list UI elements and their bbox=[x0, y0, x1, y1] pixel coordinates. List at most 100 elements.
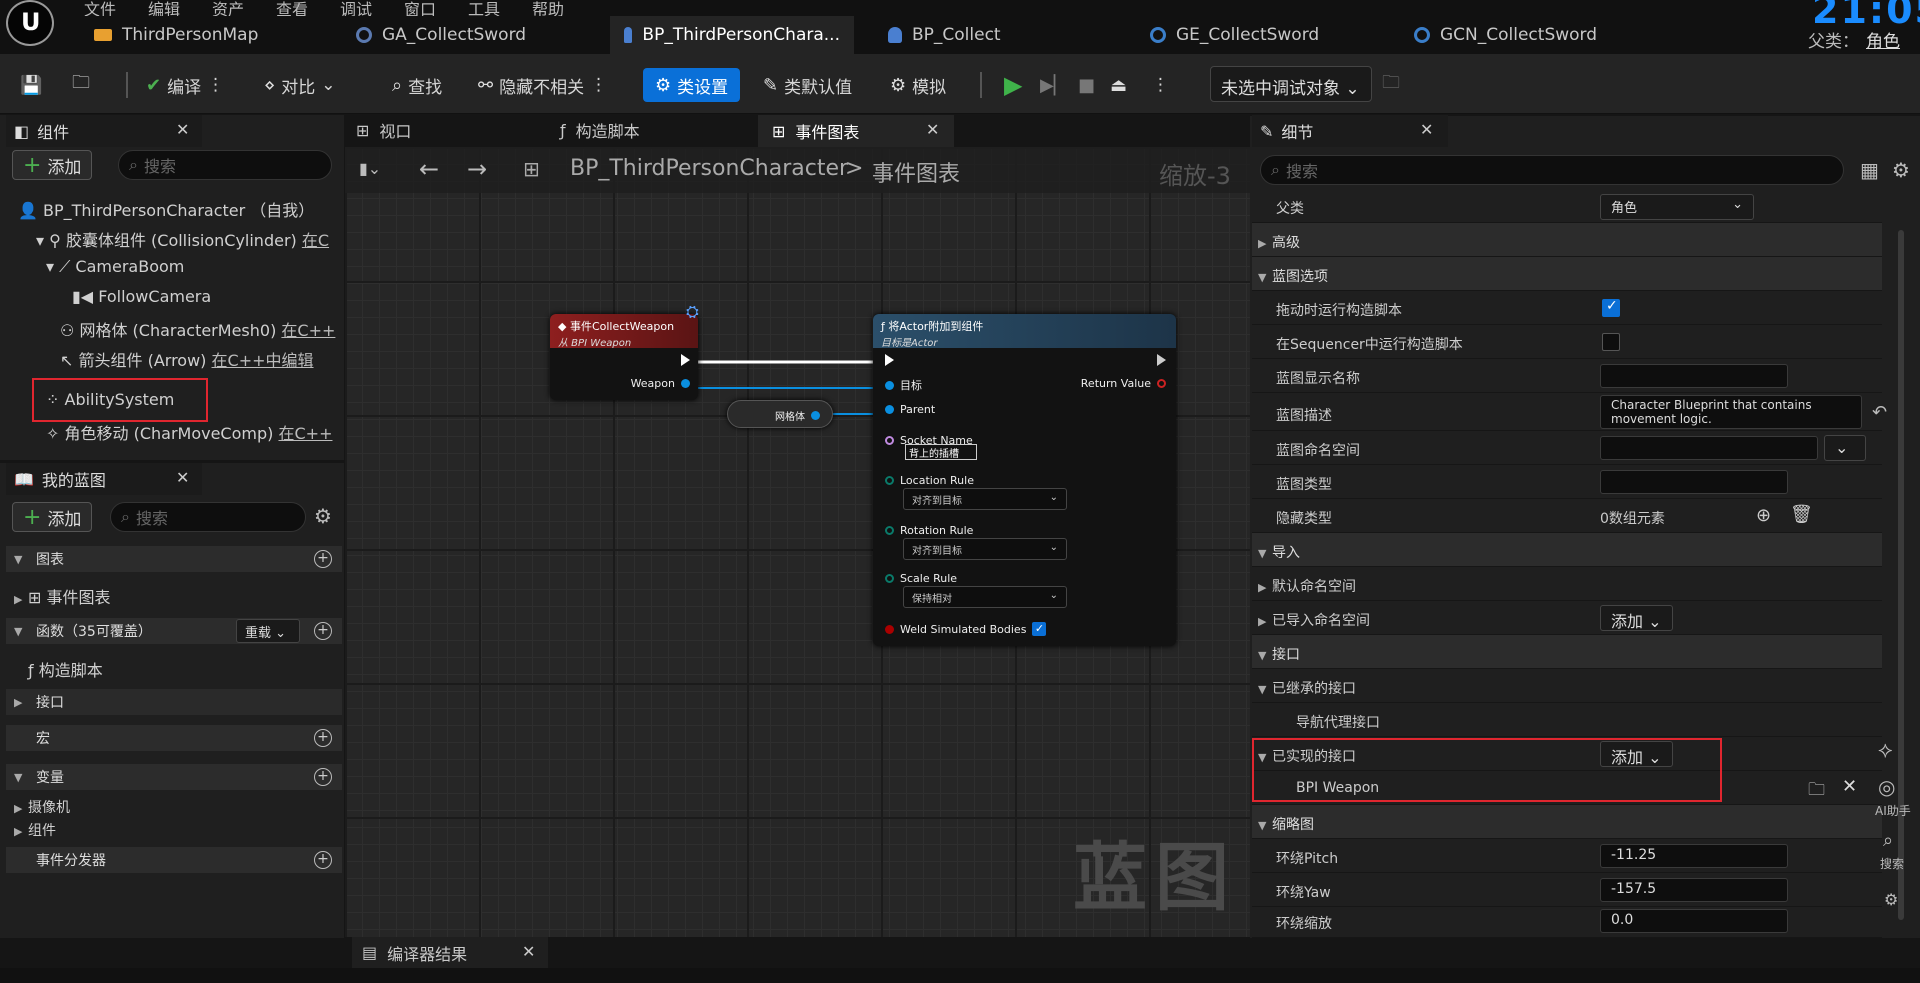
run-cs-drag-checkbox[interactable] bbox=[1602, 298, 1620, 317]
category-thumbnail[interactable]: ▼ 缩略图 bbox=[1252, 805, 1882, 839]
display-name-input[interactable] bbox=[1600, 364, 1788, 388]
row-inherited-interfaces[interactable]: ▼ 已继承的接口 bbox=[1252, 669, 1882, 703]
exec-out-pin[interactable] bbox=[681, 354, 690, 366]
add-variable-icon[interactable]: + bbox=[314, 768, 332, 786]
namespace-input[interactable] bbox=[1600, 436, 1818, 460]
component-charmove[interactable]: ✧ 角色移动 (CharMoveComp) 在C++ bbox=[46, 420, 332, 444]
find-button[interactable]: ⌕ 查找 bbox=[392, 68, 442, 102]
category-imports[interactable]: ▼ 导入 bbox=[1252, 533, 1882, 567]
ai-assistant-icon[interactable]: ⟡ bbox=[1878, 738, 1893, 763]
section-graphs[interactable]: ▼ 图表 + bbox=[6, 546, 342, 572]
weapon-pin[interactable]: Weapon bbox=[631, 377, 690, 390]
more-icon[interactable]: ⋮ bbox=[207, 75, 224, 95]
namespace-dropdown[interactable]: ⌄ bbox=[1824, 435, 1866, 461]
blueprint-type-select[interactable] bbox=[1600, 470, 1788, 494]
socket-name-input[interactable]: 背上的插槽 bbox=[905, 444, 977, 460]
diff-button[interactable]: ⋄ 对比 ⌄ bbox=[264, 68, 336, 102]
location-rule-pin[interactable]: Location Rule bbox=[885, 474, 974, 487]
parent-class-link[interactable]: 角色 bbox=[1866, 27, 1900, 52]
exec-in-pin[interactable] bbox=[885, 354, 894, 366]
category-blueprint-options[interactable]: ▼ 蓝图选项 bbox=[1252, 257, 1882, 291]
orbit-pitch-input[interactable]: -11.25 bbox=[1600, 844, 1788, 868]
component-mesh[interactable]: ⚇ 网格体 (CharacterMesh0) 在C++ bbox=[60, 317, 335, 341]
details-search-input[interactable]: ⌕ 搜索 bbox=[1260, 155, 1844, 185]
component-cameraboom[interactable]: ▾ ⟋ CameraBoom bbox=[46, 257, 184, 277]
component-root[interactable]: 👤 BP_ThirdPersonCharacter （自我） bbox=[18, 197, 314, 221]
add-macro-icon[interactable]: + bbox=[314, 729, 332, 747]
unreal-logo-icon[interactable]: U bbox=[6, 0, 54, 46]
close-icon[interactable]: ✕ bbox=[176, 120, 189, 139]
chat-icon[interactable]: ◎ bbox=[1878, 775, 1895, 799]
hide-unrelated-button[interactable]: ⚯ 隐藏不相关 ⋮ bbox=[478, 68, 607, 102]
myblueprint-search-input[interactable]: ⌕ 搜索 bbox=[110, 502, 306, 532]
weld-checkbox[interactable]: ✓ bbox=[1032, 622, 1047, 636]
section-variables[interactable]: ▼ 变量 + bbox=[6, 764, 342, 790]
settings-icon[interactable]: ⚙ bbox=[1884, 890, 1898, 909]
tab-viewport[interactable]: ⊞ 视口 bbox=[356, 115, 411, 145]
gear-icon[interactable]: ⚙ bbox=[314, 504, 332, 528]
gear-icon[interactable]: ⚙ bbox=[1892, 158, 1910, 182]
stop-button[interactable]: ■ bbox=[1078, 68, 1095, 102]
remove-interface-icon[interactable]: ✕ bbox=[1842, 776, 1857, 797]
event-collectweapon-node[interactable]: ◆ 事件CollectWeapon 从 BPI Weapon Weapon bbox=[550, 314, 698, 400]
tab-gcn-collectsword[interactable]: GCN_CollectSword bbox=[1414, 16, 1597, 54]
scale-rule-pin[interactable]: Scale Rule bbox=[885, 572, 957, 585]
event-graph-item[interactable]: ▶ ⊞ 事件图表 bbox=[14, 584, 111, 608]
parent-pin[interactable]: Parent bbox=[885, 403, 935, 416]
component-capsule[interactable]: ▾ ⚲ 胶囊体组件 (CollisionCylinder) 在C bbox=[36, 227, 329, 251]
eject-button[interactable]: ⏏ bbox=[1110, 68, 1127, 102]
add-member-button[interactable]: + 添加 bbox=[12, 502, 93, 532]
class-defaults-button[interactable]: ✎ 类默认值 bbox=[763, 68, 852, 102]
exec-then-pin[interactable] bbox=[1157, 354, 1166, 366]
add-import-button[interactable]: 添加 ⌄ bbox=[1600, 605, 1673, 631]
weld-pin[interactable]: Weld Simulated Bodies ✓ bbox=[885, 622, 1047, 636]
ai-assistant-label[interactable]: AI助手 bbox=[1875, 802, 1911, 819]
variable-category-components[interactable]: ▶ 组件 bbox=[14, 820, 56, 840]
more-icon[interactable]: ⋮ bbox=[590, 75, 607, 95]
target-pin[interactable]: 目标 bbox=[885, 377, 922, 393]
return-value-pin[interactable]: Return Value bbox=[1081, 377, 1166, 390]
rotation-rule-select[interactable]: 对齐到目标 ⌄ bbox=[903, 538, 1067, 560]
simulate-button[interactable]: ⚙ 模拟 bbox=[890, 68, 946, 102]
category-interfaces[interactable]: ▼ 接口 bbox=[1252, 635, 1882, 669]
components-search-input[interactable]: ⌕ 搜索 bbox=[118, 150, 332, 180]
row-imported-namespace[interactable]: ▶ 已导入命名空间 添加 ⌄ bbox=[1252, 601, 1882, 635]
compile-button[interactable]: ✔ 编译 ⋮ bbox=[146, 68, 224, 102]
tab-ga-collectsword[interactable]: GA_CollectSword bbox=[356, 16, 526, 54]
add-graph-icon[interactable]: + bbox=[314, 550, 332, 568]
save-button[interactable]: 💾 bbox=[20, 68, 42, 102]
attach-actor-node[interactable]: ƒ 将Actor附加到组件 目标是Actor 目标 Return Value Pa… bbox=[873, 314, 1176, 646]
component-arrow[interactable]: ↖ 箭头组件 (Arrow) 在C++中编辑 bbox=[60, 347, 314, 371]
row-default-namespace[interactable]: ▶ 默认命名空间 bbox=[1252, 567, 1882, 601]
rotation-rule-pin[interactable]: Rotation Rule bbox=[885, 524, 973, 537]
search-side-label[interactable]: 搜索 bbox=[1880, 855, 1904, 872]
tab-construction-script[interactable]: ƒ 构造脚本 bbox=[560, 115, 640, 145]
close-icon[interactable]: ✕ bbox=[522, 942, 535, 961]
variable-category-camera[interactable]: ▶ 摄像机 bbox=[14, 797, 70, 817]
mesh-variable-node[interactable]: 网格体 bbox=[727, 400, 833, 428]
debug-find-button[interactable]: 🗀 bbox=[1382, 68, 1400, 102]
run-cs-sequencer-checkbox[interactable] bbox=[1602, 333, 1620, 351]
tab-bp-collect[interactable]: BP_Collect bbox=[888, 16, 1001, 54]
add-element-icon[interactable]: ⊕ bbox=[1756, 505, 1771, 526]
parent-class-select[interactable]: 角色 ⌄ bbox=[1600, 194, 1754, 220]
close-icon[interactable]: ✕ bbox=[926, 120, 939, 139]
description-input[interactable]: Character Blueprint that contains moveme… bbox=[1600, 395, 1862, 429]
close-icon[interactable]: ✕ bbox=[176, 468, 189, 487]
debug-object-select[interactable]: 未选中调试对象 ⌄ bbox=[1210, 66, 1372, 102]
search-icon[interactable]: ⌕ bbox=[1883, 830, 1893, 851]
category-advanced[interactable]: ▶ 高级 bbox=[1252, 223, 1882, 257]
add-component-button[interactable]: + 添加 bbox=[12, 150, 93, 180]
orbit-yaw-input[interactable]: -157.5 bbox=[1600, 878, 1788, 902]
section-interfaces[interactable]: ▶ 接口 bbox=[6, 689, 342, 715]
browse-interface-icon[interactable]: 🗀 bbox=[1808, 777, 1825, 806]
close-icon[interactable]: ✕ bbox=[1420, 120, 1433, 139]
mesh-variable-pin[interactable]: 网格体 bbox=[775, 408, 820, 423]
tab-bp-thirdpersoncharacter[interactable]: BP_ThirdPersonChara... bbox=[610, 16, 854, 54]
tab-ge-collectsword[interactable]: GE_CollectSword bbox=[1150, 16, 1319, 54]
tab-compiler-results[interactable]: ▤ 编译器结果 bbox=[352, 937, 548, 968]
section-functions[interactable]: ▼ 函数（35可覆盖） 重载 ⌄ + bbox=[6, 618, 342, 644]
trash-icon[interactable]: 🗑 bbox=[1790, 504, 1813, 525]
add-dispatcher-icon[interactable]: + bbox=[314, 851, 332, 869]
tab-event-graph[interactable]: ⊞ 事件图表 bbox=[758, 115, 954, 147]
